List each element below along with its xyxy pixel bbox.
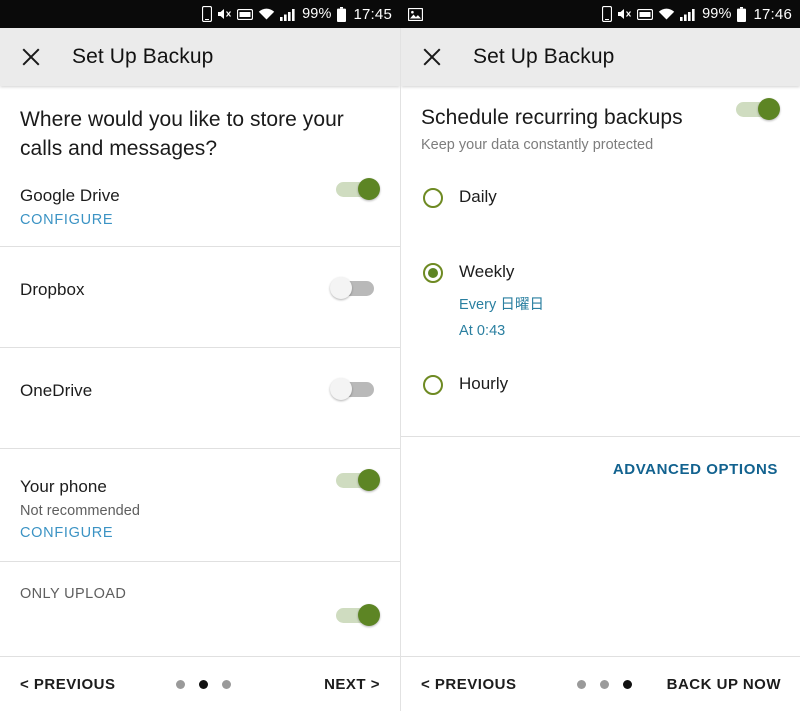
radio-weekly[interactable] [423, 263, 443, 283]
left-appbar: Set Up Backup [0, 28, 400, 86]
toggle-knob [358, 469, 380, 491]
clock-left: 17:45 [353, 6, 392, 23]
close-icon[interactable] [20, 46, 42, 68]
toggle-knob [758, 98, 780, 120]
right-bottom-nav: < PREVIOUS BACK UP NOW [401, 656, 800, 711]
battery-icon [337, 7, 346, 22]
toggle-knob [358, 178, 380, 200]
badge-icon [637, 9, 653, 20]
left-bottom-nav: < PREVIOUS NEXT > [0, 656, 400, 711]
schedule-option-label: Daily [459, 187, 497, 206]
toggle-schedule-recurring[interactable] [730, 98, 780, 120]
schedule-option-hourly[interactable]: Hourly [401, 374, 800, 394]
page-title: Set Up Backup [72, 45, 213, 69]
battery-icon [737, 7, 746, 22]
storage-question: Where would you like to store your calls… [0, 86, 400, 164]
destination-row-onedrive[interactable]: OneDrive [0, 348, 400, 448]
toggle-knob [330, 378, 352, 400]
toggle-knob [330, 277, 352, 299]
page-indicator-dots [176, 680, 231, 689]
only-upload-section: ONLY UPLOAD [0, 562, 400, 602]
schedule-option-label: Weekly [459, 262, 514, 281]
phone-icon [202, 6, 212, 22]
destination-label: Google Drive [20, 186, 380, 206]
page-dot-1[interactable] [176, 680, 185, 689]
battery-percent: 99% [302, 6, 331, 22]
page-dot-2[interactable] [199, 680, 208, 689]
weekly-time-link[interactable]: At 0:43 [459, 323, 800, 339]
toggle-your-phone[interactable] [330, 469, 380, 491]
previous-button[interactable]: < PREVIOUS [20, 676, 115, 693]
schedule-option-label: Hourly [459, 374, 508, 393]
signal-icon [280, 8, 296, 21]
schedule-recurring-row[interactable]: Schedule recurring backups Keep your dat… [401, 86, 800, 153]
page-dot-3[interactable] [222, 680, 231, 689]
advanced-options-section: ADVANCED OPTIONS [401, 437, 800, 479]
next-button[interactable]: NEXT > [324, 676, 380, 693]
destination-row-google-drive[interactable]: Google Drive CONFIGURE [0, 164, 400, 246]
image-icon [408, 8, 423, 21]
close-icon[interactable] [421, 46, 443, 68]
destination-label: Your phone [20, 477, 380, 497]
clock-right: 17:46 [753, 6, 792, 23]
wifi-icon [658, 8, 675, 21]
schedule-option-daily[interactable]: Daily [401, 187, 800, 207]
radio-daily[interactable] [423, 188, 443, 208]
configure-link-google-drive[interactable]: CONFIGURE [20, 212, 380, 228]
toggle-dropbox[interactable] [330, 277, 380, 299]
status-bar-right: 99% 17:46 [400, 0, 800, 28]
badge-icon [237, 9, 253, 20]
status-bar-right-notifications [408, 8, 602, 21]
destination-row-dropbox[interactable]: Dropbox [0, 247, 400, 347]
wifi-icon [258, 8, 275, 21]
page-dot-3[interactable] [623, 680, 632, 689]
toggle-google-drive[interactable] [330, 178, 380, 200]
battery-percent: 99% [702, 6, 731, 22]
phone-icon [602, 6, 612, 22]
page-dot-1[interactable] [577, 680, 586, 689]
destination-row-your-phone[interactable]: Your phone Not recommended CONFIGURE [0, 449, 400, 561]
advanced-options-button[interactable]: ADVANCED OPTIONS [613, 461, 778, 478]
toggle-knob [358, 604, 380, 626]
section-header-only-upload: ONLY UPLOAD [0, 586, 400, 602]
page-title: Set Up Backup [473, 45, 614, 69]
toggle-onedrive[interactable] [330, 378, 380, 400]
mute-icon [217, 7, 232, 21]
radio-hourly[interactable] [423, 375, 443, 395]
status-bar-left: 99% 17:45 [0, 0, 400, 28]
left-content: Where would you like to store your calls… [0, 86, 400, 656]
status-bar-right-indicators: 99% 17:46 [602, 6, 792, 23]
page-dot-2[interactable] [600, 680, 609, 689]
schedule-subtitle: Keep your data constantly protected [421, 137, 780, 153]
signal-icon [680, 8, 696, 21]
mute-icon [617, 7, 632, 21]
destination-sublabel: Not recommended [20, 503, 380, 519]
status-bar-left-indicators: 99% 17:45 [202, 6, 392, 23]
back-up-now-button[interactable]: BACK UP NOW [667, 676, 781, 693]
weekly-day-link[interactable]: Every 日曜日 [459, 293, 800, 314]
right-screen: Set Up Backup Schedule recurring backups… [400, 28, 800, 711]
previous-button[interactable]: < PREVIOUS [421, 676, 516, 693]
destination-label: OneDrive [20, 381, 380, 401]
schedule-option-weekly[interactable]: Weekly Every 日曜日 At 0:43 [401, 262, 800, 339]
schedule-title: Schedule recurring backups [421, 106, 780, 130]
right-appbar: Set Up Backup [401, 28, 800, 86]
toggle-only-upload[interactable] [330, 604, 380, 626]
destination-label: Dropbox [20, 280, 380, 300]
configure-link-your-phone[interactable]: CONFIGURE [20, 525, 380, 541]
page-indicator-dots [577, 680, 632, 689]
right-content: Schedule recurring backups Keep your dat… [401, 86, 800, 656]
screenshot-root: 99% 17:45 [0, 0, 800, 711]
left-screen: Set Up Backup Where would you like to st… [0, 28, 400, 711]
